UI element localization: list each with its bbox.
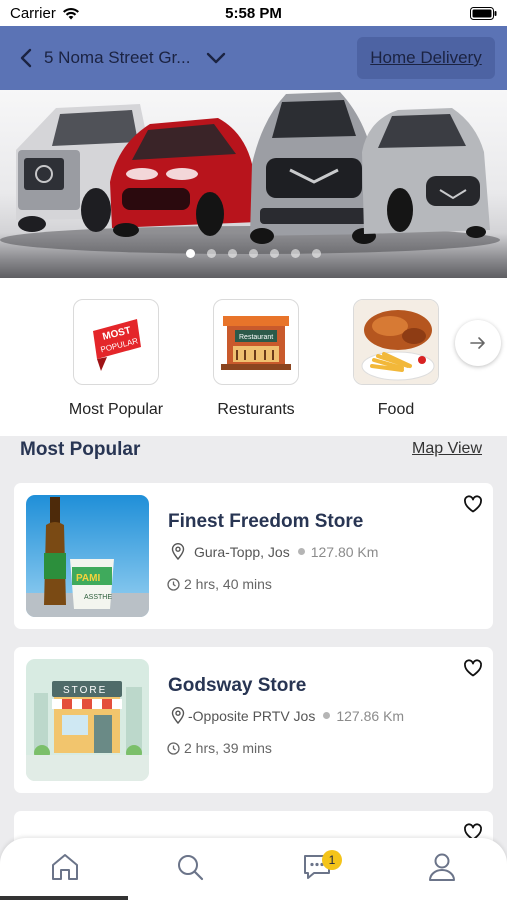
store-front-icon: STORE bbox=[26, 659, 149, 781]
home-icon bbox=[52, 854, 78, 880]
bottom-tab-bar bbox=[0, 838, 507, 900]
category-restaurants[interactable]: Restaurant Resturants bbox=[186, 299, 326, 419]
restaurant-storefront-icon: Restaurant bbox=[213, 299, 299, 385]
search-icon bbox=[178, 855, 204, 881]
clock-icon bbox=[167, 577, 180, 591]
tab-profile[interactable] bbox=[422, 850, 462, 884]
store-address: Gura-Topp, Jos bbox=[194, 543, 290, 560]
carousel-dot[interactable] bbox=[291, 249, 300, 258]
app-header: 5 Noma Street Gr... Home Delivery bbox=[0, 26, 507, 90]
delivery-address[interactable]: 5 Noma Street Gr... bbox=[44, 48, 190, 68]
status-bar: Carrier 5:58 PM bbox=[0, 0, 507, 26]
store-card[interactable]: PAMI ASSTHE Finest Freedom Store Gura-To… bbox=[14, 483, 493, 629]
clock-icon bbox=[167, 741, 180, 755]
category-most-popular[interactable]: MOST POPULAR Most Popular bbox=[46, 299, 186, 419]
active-tab-indicator bbox=[0, 896, 128, 900]
location-pin-icon bbox=[171, 707, 185, 724]
store-location: Gura-Topp, Jos 127.80 Km bbox=[171, 543, 378, 560]
store-name: Godsway Store bbox=[168, 675, 307, 696]
chevron-down-icon[interactable] bbox=[206, 52, 226, 64]
category-label: Food bbox=[377, 401, 415, 418]
svg-text:ASSTHE: ASSTHE bbox=[84, 594, 112, 601]
store-distance: 127.86 Km bbox=[336, 707, 405, 724]
carrier-label: Carrier bbox=[10, 4, 56, 22]
arrow-right-icon bbox=[470, 337, 485, 349]
carousel-dot[interactable] bbox=[186, 249, 195, 258]
svg-text:STORE: STORE bbox=[63, 685, 107, 696]
category-label: Resturants bbox=[217, 401, 295, 418]
silver-suv-graphic bbox=[250, 92, 376, 244]
separator-dot bbox=[323, 712, 331, 719]
tab-search[interactable] bbox=[170, 850, 210, 884]
beer-bottle-and-cup-icon: PAMI ASSTHE bbox=[26, 495, 149, 617]
store-address: -Opposite PRTV Jos bbox=[188, 707, 316, 724]
category-next-button[interactable] bbox=[455, 320, 501, 366]
location-pin-icon bbox=[171, 543, 185, 560]
wifi-icon bbox=[62, 7, 79, 19]
carousel-dots[interactable] bbox=[0, 249, 507, 258]
profile-icon bbox=[429, 853, 455, 881]
silver-sedan-graphic bbox=[362, 108, 490, 238]
store-card[interactable]: STORE Godsway Store -Opposite PRTV Jos 1… bbox=[14, 647, 493, 793]
store-name: Finest Freedom Store bbox=[168, 511, 364, 532]
section-title: Most Popular bbox=[20, 439, 141, 460]
battery-icon bbox=[470, 6, 497, 20]
store-eta: 2 hrs, 39 mins bbox=[167, 740, 272, 756]
most-popular-ribbon-icon: MOST POPULAR bbox=[73, 299, 159, 385]
svg-text:Restaurant: Restaurant bbox=[239, 334, 273, 341]
carousel-dot[interactable] bbox=[228, 249, 237, 258]
favorite-heart-icon[interactable] bbox=[463, 659, 483, 677]
store-eta: 2 hrs, 40 mins bbox=[167, 576, 272, 592]
message-count-badge: 1 bbox=[322, 850, 342, 870]
home-delivery-button[interactable]: Home Delivery bbox=[357, 37, 495, 79]
svg-text:PAMI: PAMI bbox=[76, 573, 100, 584]
store-location: -Opposite PRTV Jos 127.86 Km bbox=[171, 707, 404, 724]
category-strip: MOST POPULAR Most Popular Restaurant Res… bbox=[0, 278, 507, 436]
carousel-dot[interactable] bbox=[207, 249, 216, 258]
favorite-heart-icon[interactable] bbox=[463, 495, 483, 513]
carousel-dot[interactable] bbox=[312, 249, 321, 258]
tab-home[interactable] bbox=[45, 850, 85, 884]
back-icon[interactable] bbox=[20, 44, 36, 72]
eta-text: 2 hrs, 40 mins bbox=[184, 576, 272, 592]
roast-chicken-fries-icon bbox=[353, 299, 439, 385]
separator-dot bbox=[297, 548, 305, 555]
carousel-dot[interactable] bbox=[249, 249, 258, 258]
map-view-link[interactable]: Map View bbox=[412, 440, 482, 458]
store-distance: 127.80 Km bbox=[310, 543, 379, 560]
category-label: Most Popular bbox=[68, 401, 164, 418]
category-food[interactable]: Food bbox=[326, 299, 466, 419]
carousel-dot[interactable] bbox=[270, 249, 279, 258]
eta-text: 2 hrs, 39 mins bbox=[184, 740, 272, 756]
